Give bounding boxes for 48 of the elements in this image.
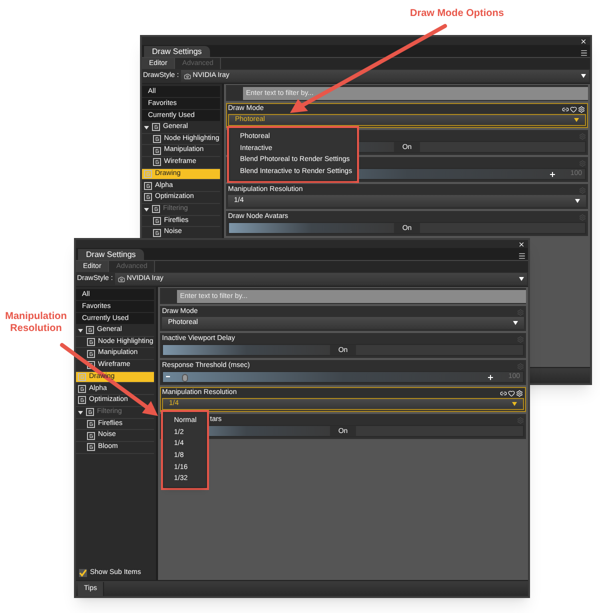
node-icon [153, 135, 161, 144]
node-icon [152, 205, 160, 214]
node-icon [87, 361, 95, 370]
node-icon [152, 123, 160, 132]
annotation-label: Manipulation Resolution [4, 311, 68, 335]
node-icon [153, 146, 161, 155]
dropdown-caret-icon [519, 277, 524, 281]
close-icon[interactable] [580, 38, 587, 44]
node-icon [86, 326, 94, 334]
node-icon [153, 228, 161, 237]
annotation-label: Draw Mode Options [410, 7, 504, 21]
node-icon [87, 432, 95, 440]
heart-icon[interactable] [570, 106, 577, 112]
node-icon [78, 396, 86, 404]
node-icon [153, 158, 161, 166]
node-icon [86, 408, 94, 416]
node-icon [144, 170, 152, 178]
caret-icon[interactable] [144, 124, 149, 130]
node-icon [87, 350, 95, 358]
minus-icon[interactable] [166, 376, 170, 378]
dropdown-caret-icon [575, 199, 580, 203]
plus-icon[interactable] [550, 172, 555, 176]
node-icon [87, 420, 95, 428]
plus-icon[interactable] [488, 374, 493, 380]
checkbox[interactable] [79, 568, 87, 577]
node-icon [78, 384, 86, 393]
link-icon[interactable] [562, 106, 569, 112]
node-icon [78, 373, 86, 382]
dropdown-caret-icon [574, 118, 579, 122]
dropdown-caret-icon [581, 74, 586, 78]
panel-title-tab[interactable]: Draw Settings [78, 249, 144, 260]
node-icon [87, 443, 95, 452]
link-icon[interactable] [500, 390, 507, 396]
slider-thumb[interactable] [182, 374, 188, 382]
heart-icon[interactable] [508, 390, 515, 396]
node-icon [144, 193, 152, 202]
caret-icon[interactable] [78, 328, 83, 333]
node-icon [144, 182, 152, 190]
dropdown-caret-icon [512, 402, 517, 406]
node-icon [87, 338, 95, 346]
close-icon[interactable] [518, 240, 525, 248]
menu-icon[interactable] [580, 49, 588, 57]
dropdown-caret-icon [513, 321, 518, 325]
camera-icon [118, 276, 125, 282]
menu-icon[interactable] [518, 252, 526, 260]
panel-title-tab[interactable]: Draw Settings [144, 46, 210, 57]
node-icon [153, 216, 161, 225]
camera-icon [184, 72, 191, 80]
